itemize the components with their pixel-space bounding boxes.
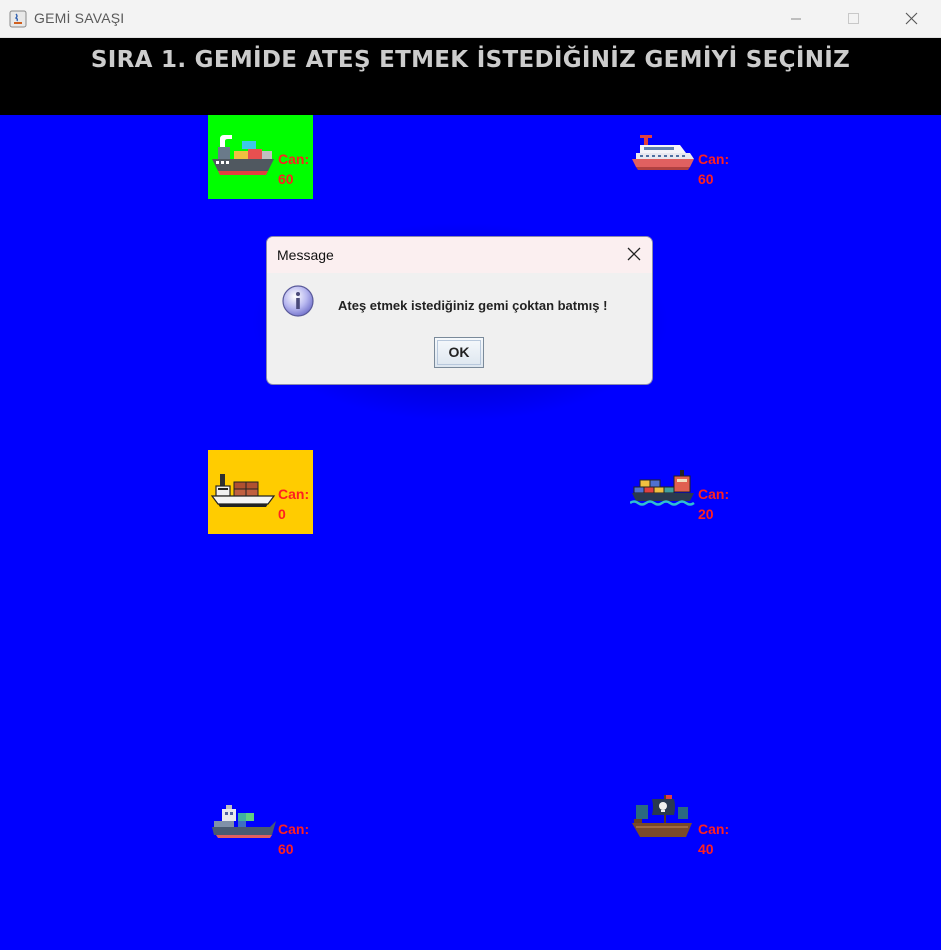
minimize-icon [791,18,801,20]
ship-tile-3[interactable]: Can: 0 [208,450,313,534]
minimize-button[interactable] [767,0,825,38]
freighter-icon [630,470,695,506]
close-icon [905,12,918,25]
cargo-ship-icon [212,135,274,175]
maximize-button[interactable] [824,0,882,38]
ship-hp: Can: 60 [698,149,729,189]
ship-tile-4[interactable]: Can: 20 [628,450,733,534]
hp-value: 60 [278,841,294,857]
hp-value: 40 [698,841,714,857]
hp-value: 60 [698,171,714,187]
ship-hp: Can: 0 [278,484,309,524]
hp-label: Can: [698,821,730,837]
hp-label: Can: [278,151,310,167]
ship-hp: Can: 40 [698,819,729,859]
dialog-title: Message [277,247,334,263]
close-button[interactable] [882,0,940,38]
ship-tile-2[interactable]: Can: 60 [628,115,733,199]
ship-tile-6[interactable]: Can: 40 [628,785,733,869]
java-app-icon [9,10,27,28]
ship-tile-5[interactable]: Can: 60 [208,785,313,869]
hp-label: Can: [698,151,730,167]
message-dialog: Message Ateş etmek istediğiniz gemi çokt… [266,236,653,385]
container-ship-icon [210,474,276,507]
hp-label: Can: [698,486,730,502]
ok-button-label: OK [448,344,470,360]
maximize-icon [848,13,859,24]
window-title: GEMİ SAVAŞI [34,10,125,26]
turn-instruction: SIRA 1. GEMİDE ATEŞ ETMEK İSTEDİĞİNİZ GE… [90,47,851,73]
window-titlebar: GEMİ SAVAŞI [0,0,941,38]
ship-hp: Can: 60 [278,149,309,189]
turn-banner: SIRA 1. GEMİDE ATEŞ ETMEK İSTEDİĞİNİZ GE… [0,38,941,115]
info-icon [282,285,314,317]
pirate-ship-icon [632,795,692,837]
ship-tile-1[interactable]: Can: 60 [208,115,313,199]
hp-label: Can: [278,821,310,837]
close-icon[interactable] [626,246,642,262]
hp-value: 0 [278,506,286,522]
patrol-ship-icon [212,805,276,838]
ship-hp: Can: 20 [698,484,729,524]
hp-value: 20 [698,506,714,522]
hp-label: Can: [278,486,310,502]
ship-hp: Can: 60 [278,819,309,859]
cruise-ship-icon [632,135,694,170]
hp-value: 60 [278,171,294,187]
dialog-message: Ateş etmek istediğiniz gemi çoktan batmı… [338,298,608,313]
dialog-header: Message [267,237,652,273]
ok-button[interactable]: OK [434,337,484,368]
